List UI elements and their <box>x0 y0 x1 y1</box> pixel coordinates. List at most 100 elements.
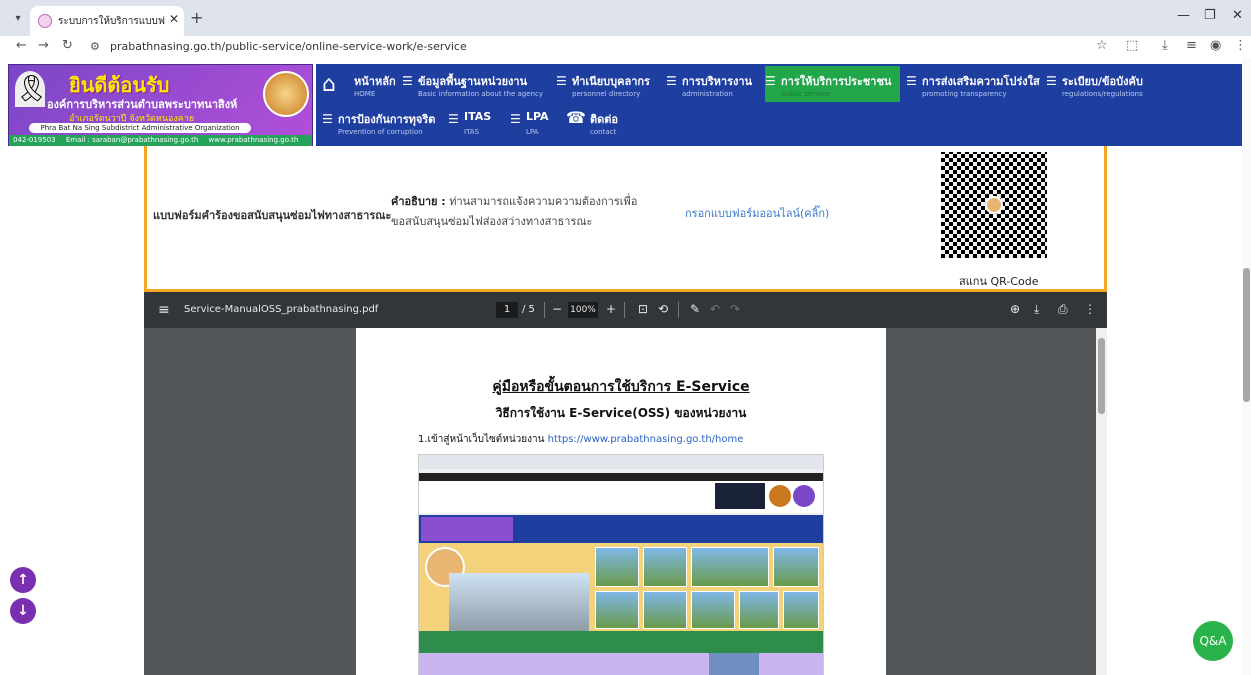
browser-tab[interactable]: ระบบการให้บริการแบบฟอร์มออนไลน์ ✕ <box>30 6 184 36</box>
pdf-page-input[interactable]: 1 <box>496 302 518 318</box>
annotate-icon[interactable]: ✎ <box>690 302 700 316</box>
list-icon: ☰ <box>322 112 333 126</box>
seal-icon <box>793 485 815 507</box>
hero-caption-bar <box>419 631 823 653</box>
reload-icon[interactable]: ↻ <box>62 38 73 53</box>
nav-basic-info[interactable]: ☰ ข้อมูลพื้นฐานหน่วยงาน Basic informatio… <box>402 72 552 102</box>
scroll-up-icon[interactable]: ↑ <box>10 567 36 593</box>
tab-close-icon[interactable]: ✕ <box>169 12 179 26</box>
pdf-download-icon[interactable]: ⤓ <box>1034 302 1039 317</box>
pdf-viewer: ≡ Service-ManualOSS_prabathnasing.pdf 1 … <box>144 292 1107 675</box>
toolbar-divider <box>624 302 625 318</box>
pdf-toolbar: ≡ Service-ManualOSS_prabathnasing.pdf 1 … <box>144 292 1107 328</box>
nav-home[interactable]: หน้าหลัก HOME <box>354 72 404 102</box>
photo <box>773 547 819 587</box>
nav-personnel[interactable]: ☰ ทำเนียบบุคลากร personnel directory <box>556 72 661 102</box>
list-icon: ☰ <box>906 74 917 88</box>
photo <box>595 547 639 587</box>
fit-page-icon[interactable]: ⊡ <box>638 302 648 316</box>
pdf-menu-icon[interactable]: ≡ <box>158 302 170 318</box>
phone-book-icon: ☎ <box>566 108 586 127</box>
form-description: คำอธิบาย : ท่านสามารถแจ้งความความต้องการ… <box>391 192 651 232</box>
toolbar-divider <box>544 302 545 318</box>
zoom-in-icon[interactable]: + <box>606 302 616 316</box>
rotate-icon[interactable]: ⟲ <box>658 302 668 316</box>
zoom-level[interactable]: 100% <box>568 302 598 318</box>
email-text: Email : saraban@prabathnasing.go.th <box>65 136 199 144</box>
zoom-out-icon[interactable]: − <box>552 302 562 316</box>
manual-title: คู่มือหรือขั้นตอนการใช้บริการ E-Service <box>492 379 750 395</box>
service-form-row: แบบฟอร์มคำร้องขอสนับสนุนซ่อมไฟทางสาธารณะ… <box>144 146 1107 292</box>
browser-menu-icon[interactable]: ⋮ <box>1234 38 1247 53</box>
screenshot-hero <box>419 543 823 653</box>
main-nav: ⌂ หน้าหลัก HOME ☰ ข้อมูลพื้นฐานหน่วยงาน … <box>316 64 1245 146</box>
forward-icon[interactable]: → <box>38 38 49 53</box>
back-icon[interactable]: ← <box>16 38 27 53</box>
manual-subtitle: วิธีการใช้งาน E-Service(OSS) ของหน่วยงาน <box>495 406 747 420</box>
photo <box>691 591 735 629</box>
english-name: Phra Bat Na Sing Subdistrict Administrat… <box>29 123 251 133</box>
screenshot-logo <box>421 517 513 541</box>
extensions-icon[interactable]: ⬚ <box>1126 38 1138 53</box>
description-label: คำอธิบาย : <box>391 195 446 208</box>
list-icon: ☰ <box>556 74 567 88</box>
url-field[interactable]: prabathnasing.go.th/public-service/onlin… <box>110 40 467 53</box>
pdf-page: คู่มือหรือขั้นตอนการใช้บริการ E-Service … <box>356 328 886 675</box>
step-1-text: 1.เข้าสู่หน้าเว็บไซต์หน่วยงาน <box>418 434 545 445</box>
pdf-filename: Service-ManualOSS_prabathnasing.pdf <box>184 304 379 315</box>
home-icon[interactable]: ⌂ <box>322 72 336 97</box>
pdf-print-icon[interactable]: ⎙ <box>1058 302 1068 317</box>
tab-search-icon[interactable]: ▾ <box>8 9 28 29</box>
pdf-page-total: / 5 <box>522 304 535 315</box>
list-icon: ☰ <box>448 112 459 126</box>
site-info-icon[interactable]: ⚙ <box>90 40 100 53</box>
banner-strip <box>419 473 823 481</box>
scroll-down-icon[interactable]: ↓ <box>10 598 36 624</box>
screenshot-nav <box>419 515 823 543</box>
photo <box>595 591 639 629</box>
minimize-icon[interactable]: — <box>1177 8 1190 23</box>
photo <box>783 591 819 629</box>
nav-administration[interactable]: ☰ การบริหารงาน administration <box>666 72 762 102</box>
redo-icon[interactable]: ↷ <box>730 302 740 316</box>
undo-icon[interactable]: ↶ <box>710 302 720 316</box>
site-logo-banner[interactable]: 🎗 ยินดีต้อนรับ องค์การบริหารส่วนตำบลพระบ… <box>8 64 313 146</box>
website-text: www.prabathnasing.go.th <box>208 136 299 144</box>
screenshot-browser-bar <box>419 455 823 469</box>
nav-lpa[interactable]: ☰ LPA LPA <box>510 110 560 140</box>
phone-text: 042-019503 <box>13 136 56 144</box>
nav-transparency[interactable]: ☰ การส่งเสริมความโปร่งใส promoting trans… <box>906 72 1040 102</box>
contact-strip: 042-019503 Email : saraban@prabathnasing… <box>9 135 312 146</box>
pdf-save-icon[interactable]: ⊕ <box>1010 302 1020 316</box>
nav-anti-corruption[interactable]: ☰ การป้องกันการทุจริต Prevention of corr… <box>322 110 442 140</box>
nav-itas[interactable]: ☰ ITAS ITAS <box>448 110 504 140</box>
new-tab-icon[interactable]: + <box>190 8 203 27</box>
download-icon[interactable]: ⤓ <box>1162 38 1168 53</box>
toolbar-divider <box>678 302 679 318</box>
banner-clock <box>715 483 765 509</box>
form-name: แบบฟอร์มคำร้องขอสนับสนุนซ่อมไฟทางสาธารณะ <box>153 209 392 222</box>
online-form-link[interactable]: กรอกแบบฟอร์มออนไลน์(คลิ๊ก) <box>685 204 829 222</box>
profile-avatar-icon[interactable]: ◉ <box>1210 38 1221 53</box>
photo <box>691 547 769 587</box>
screenshot-banner <box>419 473 823 513</box>
page-scrollbar[interactable] <box>1242 58 1251 675</box>
nav-public-service[interactable]: ☰ การให้บริการประชาชน public service <box>765 66 900 102</box>
bookmark-star-icon[interactable]: ☆ <box>1096 38 1108 53</box>
reading-list-icon[interactable]: ≡ <box>1186 38 1197 53</box>
mourning-ribbon-icon: 🎗 <box>15 71 48 107</box>
favicon-icon <box>38 14 52 28</box>
nav-contact[interactable]: ☎ ติดต่อ contact <box>566 108 626 140</box>
pdf-more-icon[interactable]: ⋮ <box>1084 302 1096 316</box>
chat-icon[interactable]: Q&A <box>1193 621 1233 661</box>
pdf-scroll-thumb[interactable] <box>1098 338 1105 414</box>
nav-regulations[interactable]: ☰ ระเบียบ/ข้อบังคับ regulations/regulati… <box>1046 72 1176 102</box>
tab-title: ระบบการให้บริการแบบฟอร์มออนไลน์ <box>58 16 166 27</box>
step-1-link[interactable]: https://www.prabathnasing.go.th/home <box>548 434 744 445</box>
list-icon: ☰ <box>765 74 776 88</box>
address-bar: ← → ↻ ⚙ prabathnasing.go.th/public-servi… <box>0 36 1251 58</box>
pdf-scrollbar[interactable] <box>1096 328 1107 675</box>
close-window-icon[interactable]: ✕ <box>1232 8 1243 23</box>
restore-icon[interactable]: ❐ <box>1204 8 1216 23</box>
page-scroll-thumb[interactable] <box>1243 268 1250 402</box>
